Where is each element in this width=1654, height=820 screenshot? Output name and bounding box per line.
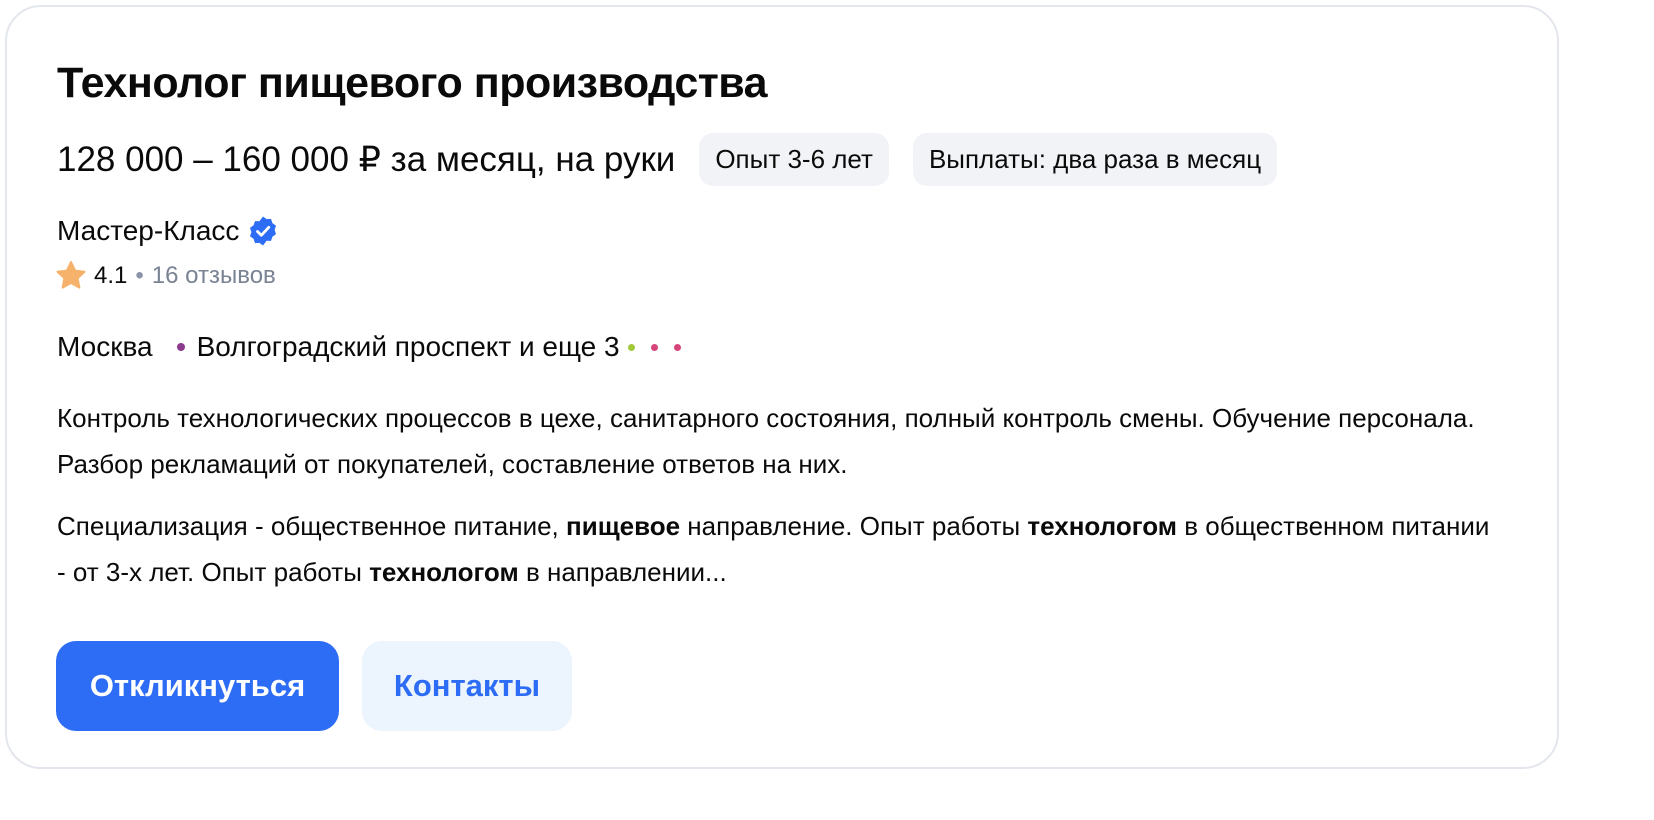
city: Москва <box>57 331 153 362</box>
highlight-term: технологом <box>369 557 519 587</box>
metro-line-dot <box>627 343 635 351</box>
metro-line-dot <box>650 343 658 351</box>
salary-text: 128 000 – 160 000 ₽ за месяц, на руки <box>57 139 676 179</box>
vacancy-card: Технолог пищевого производства 128 000 –… <box>5 5 1559 769</box>
highlight-term: пищевое <box>566 511 681 541</box>
payment-frequency-tag: Выплаты: два раза в месяц <box>912 133 1278 186</box>
contacts-button[interactable]: Контакты <box>362 641 572 731</box>
address-row: Москва Волгоградский проспект и еще 3 <box>57 331 681 363</box>
reviews-link[interactable]: 16 отзывов <box>152 262 276 290</box>
experience-tag: Опыт 3-6 лет <box>699 133 889 186</box>
rating-row: 4.1 • 16 отзывов <box>54 259 276 293</box>
requirements-part: в направлении... <box>518 557 727 587</box>
metro-line-dot <box>673 343 681 351</box>
responsibilities-text: Контроль технологических процессов в цех… <box>57 403 1475 479</box>
verified-badge-icon <box>250 216 277 246</box>
salary-row: 128 000 – 160 000 ₽ за месяц, на руки Оп… <box>57 133 1278 186</box>
vacancy-title[interactable]: Технолог пищевого производства <box>57 59 768 108</box>
company-name[interactable]: Мастер-Класс <box>57 215 239 247</box>
rating-value: 4.1 <box>94 262 128 289</box>
requirements-part: Специализация - общественное питание, <box>57 511 566 541</box>
respond-button[interactable]: Откликнуться <box>56 641 339 731</box>
metro-line-dot <box>176 343 185 351</box>
highlight-term: технологом <box>1027 511 1177 541</box>
requirements-text: Специализация - общественное питание, пи… <box>57 503 1497 595</box>
company-row: Мастер-Класс <box>57 215 279 247</box>
rating-separator: • <box>135 262 144 289</box>
metro-station: Волгоградский проспект и еще 3 <box>196 331 620 362</box>
requirements-part: направление. Опыт работы <box>680 511 1028 541</box>
star-icon <box>56 261 86 289</box>
